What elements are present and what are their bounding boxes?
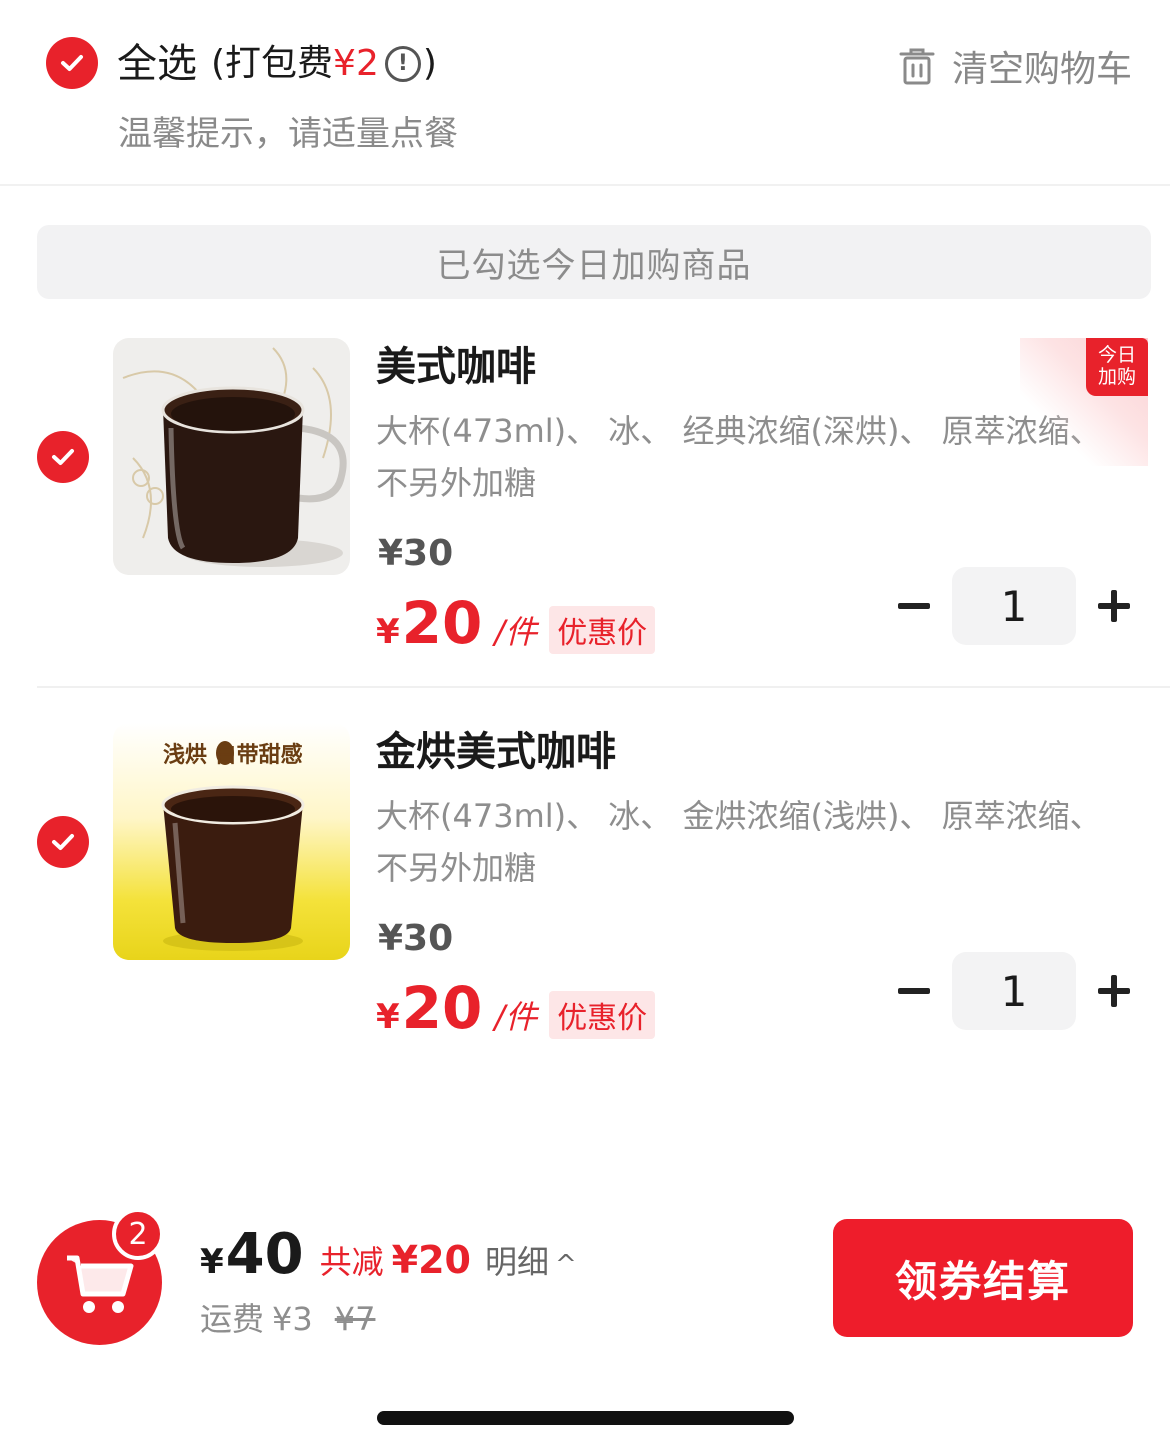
cart-icon: [66, 1255, 133, 1313]
clear-cart-label: 清空购物车: [951, 49, 1132, 90]
deal-badge: 优惠价: [549, 991, 656, 1039]
packing-fee-close: ): [422, 43, 437, 84]
product-name: 美式咖啡: [376, 344, 536, 390]
deal-unit: /件: [494, 613, 538, 651]
checkout-button[interactable]: 领券结算: [833, 1219, 1133, 1337]
deal-currency: ¥: [376, 612, 400, 652]
today-addon-corner: 今日 加购: [1020, 338, 1148, 466]
deal-price: ¥ 20 /件 优惠价: [376, 974, 656, 1042]
added-today-banner: 已勾选今日加购商品: [37, 225, 1151, 299]
cart-item: 浅烘 自带甜感 金烘美式咖啡 大杯(473ml)、 冰、 金烘浓缩(浅烘)、 原…: [0, 720, 1170, 1070]
total-amount: 40: [225, 1222, 304, 1287]
deal-currency: ¥: [376, 997, 400, 1037]
caret-up-icon[interactable]: ^: [555, 1250, 577, 1280]
quantity-stepper: 1: [898, 567, 1130, 645]
select-all-checkbox[interactable]: [46, 37, 98, 89]
deal-unit: /件: [494, 998, 538, 1036]
delivery-fee: ¥3: [272, 1300, 313, 1338]
product-spec: 大杯(473ml)、 冰、 金烘浓缩(浅烘)、 原萃浓缩、 不另外加糖: [376, 797, 1102, 887]
delivery-label: 运费: [200, 1300, 265, 1338]
deal-badge: 优惠价: [549, 606, 656, 654]
trash-icon: [899, 48, 935, 85]
packing-fee-label: (打包费: [211, 43, 334, 84]
savings-label: 共减: [319, 1243, 384, 1281]
deal-price: ¥ 20 /件 优惠价: [376, 589, 656, 657]
item-checkbox[interactable]: [37, 816, 89, 868]
delivery-fee-row: 运费 ¥3 ¥7: [200, 1294, 375, 1340]
image-tag: 浅烘 自带甜感: [163, 743, 303, 768]
original-price: ¥30: [378, 918, 454, 959]
cart-count-badge: 2: [112, 1208, 164, 1260]
plus-icon[interactable]: [1098, 975, 1130, 1007]
clear-cart-button[interactable]: 清空购物车: [898, 40, 1132, 92]
select-all-row[interactable]: 全选 (打包费 ¥2 ! ): [117, 36, 437, 92]
savings-value: ¥20: [391, 1238, 471, 1282]
quantity-stepper: 1: [898, 952, 1130, 1030]
total-row: ¥ 40 共减 ¥20 明细 ^: [200, 1222, 577, 1287]
minus-icon[interactable]: [898, 603, 930, 609]
total-currency: ¥: [200, 1242, 224, 1282]
product-image[interactable]: [113, 338, 350, 575]
plus-icon[interactable]: [1098, 590, 1130, 622]
quantity-value[interactable]: 1: [952, 567, 1076, 645]
item-checkbox[interactable]: [37, 431, 89, 483]
check-icon: [61, 55, 83, 71]
coffee-mug-illustration: [122, 347, 347, 567]
home-indicator[interactable]: [377, 1411, 794, 1425]
check-icon: [52, 834, 74, 850]
cart-header: 全选 (打包费 ¥2 ! ) 温馨提示，请适量点餐 清空购物车: [0, 0, 1170, 186]
deal-amount: 20: [401, 974, 483, 1042]
today-addon-tag: 今日 加购: [1086, 338, 1148, 396]
delivery-fee-original: ¥7: [334, 1300, 376, 1338]
product-name: 金烘美式咖啡: [376, 729, 616, 775]
check-icon: [52, 449, 74, 465]
select-all-label: 全选: [117, 41, 197, 87]
detail-toggle[interactable]: 明细: [485, 1237, 549, 1283]
original-price: ¥30: [378, 533, 454, 574]
info-icon[interactable]: !: [384, 46, 421, 82]
ordering-tip: 温馨提示，请适量点餐: [118, 114, 458, 154]
item-divider: [37, 686, 1170, 688]
quantity-value[interactable]: 1: [952, 952, 1076, 1030]
product-image[interactable]: 浅烘 自带甜感: [113, 723, 350, 960]
deal-amount: 20: [401, 589, 483, 657]
cart-item: 美式咖啡 大杯(473ml)、 冰、 经典浓缩(深烘)、 原萃浓缩、 不另外加糖…: [0, 335, 1170, 685]
minus-icon[interactable]: [898, 988, 930, 994]
packing-fee-value: ¥2: [333, 43, 379, 84]
